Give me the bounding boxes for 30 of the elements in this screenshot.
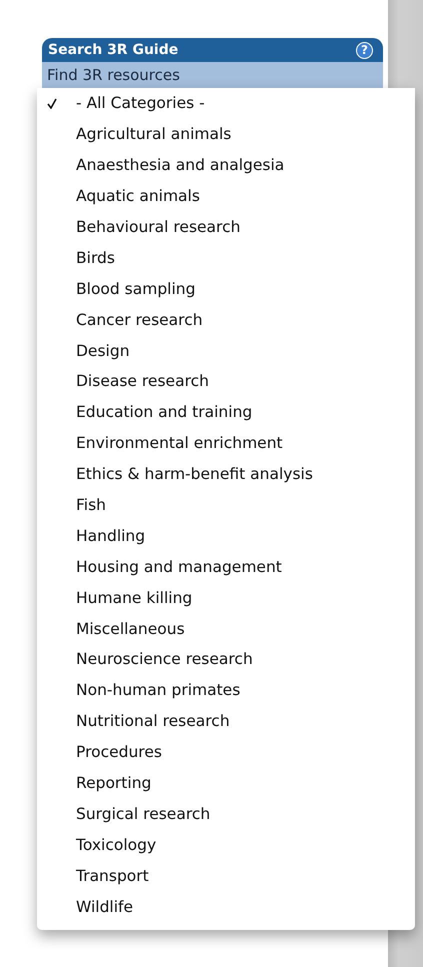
panel-title: Search 3R Guide xyxy=(48,42,178,58)
menu-item[interactable]: Housing and management xyxy=(37,551,415,582)
menu-item[interactable]: Humane killing xyxy=(37,582,415,614)
menu-item[interactable]: Neuroscience research xyxy=(37,644,415,675)
menu-item[interactable]: Cancer research xyxy=(37,304,415,336)
menu-item[interactable]: Miscellaneous xyxy=(37,613,415,644)
menu-item[interactable]: Procedures xyxy=(37,736,415,768)
menu-item[interactable]: Wildlife xyxy=(37,891,415,922)
menu-item[interactable]: - All Categories - xyxy=(37,88,415,119)
menu-item[interactable]: Toxicology xyxy=(37,829,415,860)
menu-item[interactable]: Anaesthesia and analgesia xyxy=(37,150,415,181)
menu-item[interactable]: Behavioural research xyxy=(37,212,415,242)
menu-item[interactable]: Environmental enrichment xyxy=(37,428,415,459)
menu-item[interactable]: Non-human primates xyxy=(37,674,415,706)
menu-item[interactable]: Transport xyxy=(37,860,415,892)
menu-item[interactable]: Ethics & harm-benefit analysis xyxy=(37,458,415,490)
menu-item[interactable]: Aquatic animals xyxy=(37,180,415,212)
menu-item[interactable]: Education and training xyxy=(37,396,415,428)
menu-item[interactable]: Reporting xyxy=(37,768,415,798)
menu-item[interactable]: Disease research xyxy=(37,366,415,397)
menu-item[interactable]: Fish xyxy=(37,490,415,520)
menu-item[interactable]: Nutritional research xyxy=(37,706,415,737)
menu-item[interactable]: Handling xyxy=(37,520,415,552)
menu-item[interactable]: Birds xyxy=(37,242,415,274)
category-select[interactable]: Find 3R resources xyxy=(42,62,383,88)
help-icon[interactable]: ? xyxy=(356,42,373,58)
menu-item[interactable]: Design xyxy=(37,335,415,366)
menu-item[interactable]: Surgical research xyxy=(37,798,415,830)
menu-item[interactable]: Blood sampling xyxy=(37,273,415,304)
menu-item[interactable]: Agricultural animals xyxy=(37,118,415,150)
